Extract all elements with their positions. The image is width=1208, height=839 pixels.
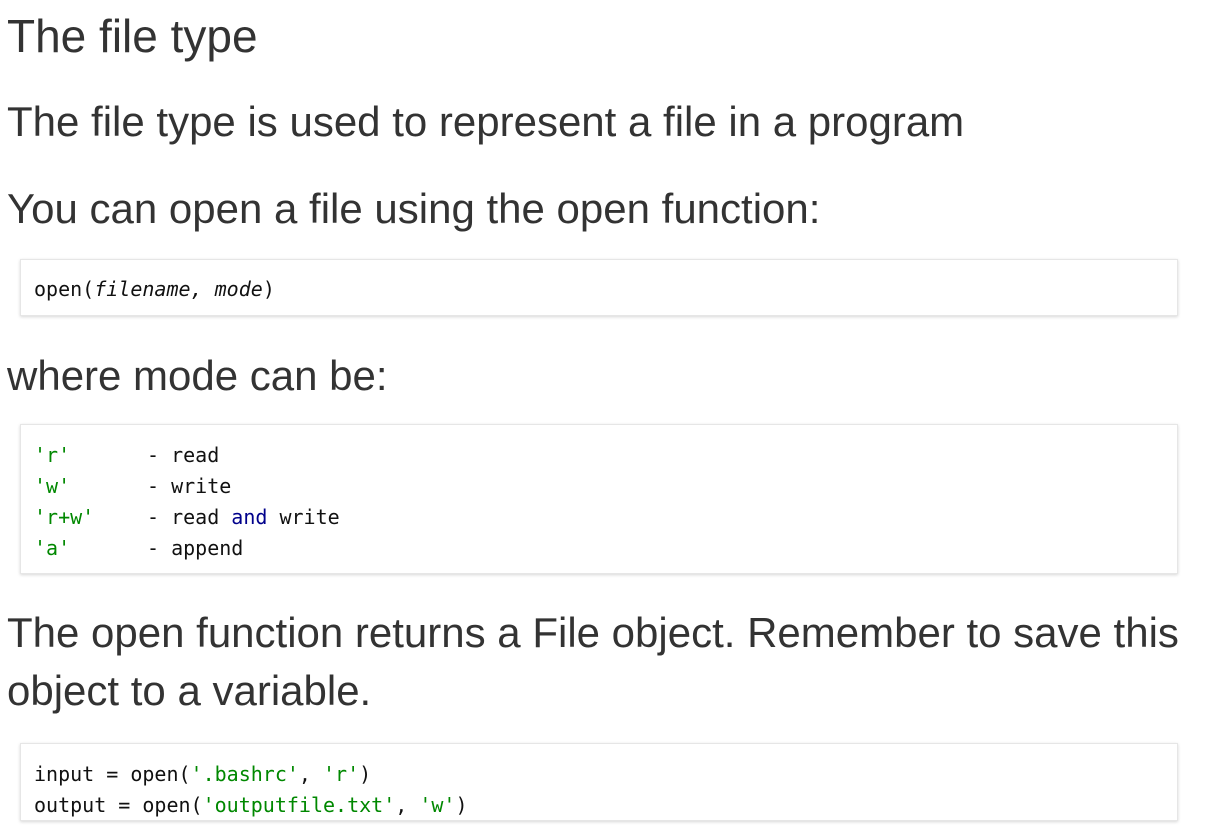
mode-desc: - append (147, 536, 244, 560)
mode-code: 'r+w' (34, 505, 95, 529)
mode-desc: - write (147, 474, 232, 498)
code-func-name: open( (34, 277, 95, 301)
mode-code: 'a' (34, 536, 71, 560)
code-string: 'w' (419, 793, 456, 817)
mode-code: 'r' (34, 443, 71, 467)
mode-line-append: 'a' - append (34, 533, 1164, 564)
code-close-paren: ) (262, 277, 275, 301)
code-text: , (395, 793, 420, 817)
code-param-mode: mode (214, 277, 263, 301)
mode-line-read-write: 'r+w' - read and write (34, 502, 1164, 533)
mode-line-read: 'r' - read (34, 440, 1164, 471)
code-param-separator: , (190, 277, 215, 301)
open-signature-code-block: open(filename, mode) (20, 259, 1178, 316)
returns-paragraph: The open function returns a File object.… (7, 609, 1179, 714)
document-page: The file type The file type is used to r… (0, 0, 1208, 839)
code-string: '.bashrc' (190, 762, 299, 786)
open-hint-paragraph: You can open a file using the open funct… (7, 185, 821, 232)
code-text: ) (359, 762, 372, 786)
intro-paragraph: The file type is used to represent a fil… (7, 98, 965, 145)
modes-code-block: 'r' - read 'w' - write 'r+w' - read and write… (20, 424, 1178, 574)
example-line-output: output = open('outputfile.txt', 'w') (34, 790, 1164, 821)
code-string: 'r' (323, 762, 360, 786)
example-code-block: input = open('.bashrc', 'r') output = ope… (20, 743, 1178, 821)
page-title: The file type (7, 10, 258, 62)
mode-code: 'w' (34, 474, 71, 498)
mode-hint-paragraph: where mode can be: (7, 352, 388, 399)
code-text: output = open( (34, 793, 203, 817)
mode-line-write: 'w' - write (34, 471, 1164, 502)
code-string: 'outputfile.txt' (202, 793, 396, 817)
example-line-input: input = open('.bashrc', 'r') (34, 759, 1164, 790)
mode-desc-keyword: and (231, 505, 268, 529)
mode-desc: - read (147, 505, 232, 529)
code-param-filename: filename (94, 277, 191, 301)
mode-desc-tail: write (267, 505, 340, 529)
code-text: , (298, 762, 324, 786)
code-text: input = open( (34, 762, 191, 786)
code-text: ) (455, 793, 468, 817)
mode-desc: - read (147, 443, 220, 467)
